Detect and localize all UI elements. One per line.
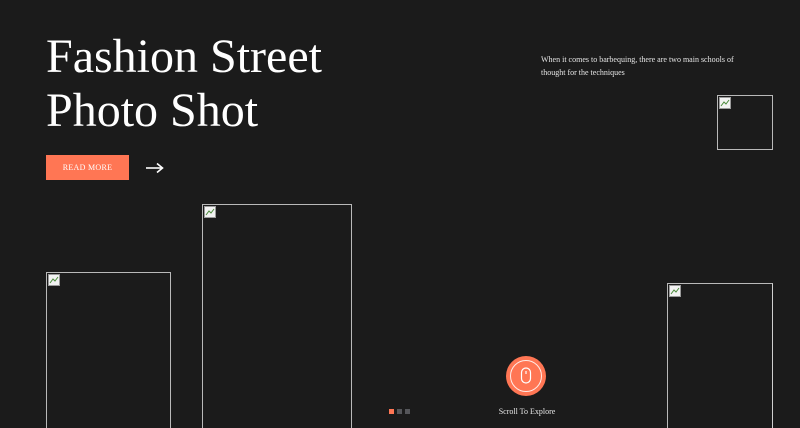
broken-image-icon xyxy=(719,97,731,109)
pagination-dot-2[interactable] xyxy=(397,409,402,414)
scroll-button[interactable] xyxy=(506,356,546,396)
hero-title: Fashion Street Photo Shot xyxy=(46,30,322,138)
read-more-button[interactable]: READ MORE xyxy=(46,155,129,180)
broken-image-icon xyxy=(669,285,681,297)
broken-image-icon xyxy=(48,274,60,286)
gallery-image-left xyxy=(46,272,171,428)
gallery-image-small xyxy=(717,95,773,150)
pagination-dot-3[interactable] xyxy=(405,409,410,414)
hero-title-line-2: Photo Shot xyxy=(46,84,259,137)
slider-pagination xyxy=(389,409,410,414)
scroll-to-explore-label: Scroll To Explore xyxy=(498,407,556,416)
gallery-image-tall xyxy=(202,204,352,428)
mouse-icon xyxy=(510,360,542,392)
gallery-image-right xyxy=(667,283,773,428)
intro-text: When it comes to barbequing, there are t… xyxy=(541,55,734,77)
pagination-dot-1[interactable] xyxy=(389,409,394,414)
hero-title-line-1: Fashion Street xyxy=(46,30,322,83)
arrow-right-icon[interactable] xyxy=(145,161,165,175)
broken-image-icon xyxy=(204,206,216,218)
